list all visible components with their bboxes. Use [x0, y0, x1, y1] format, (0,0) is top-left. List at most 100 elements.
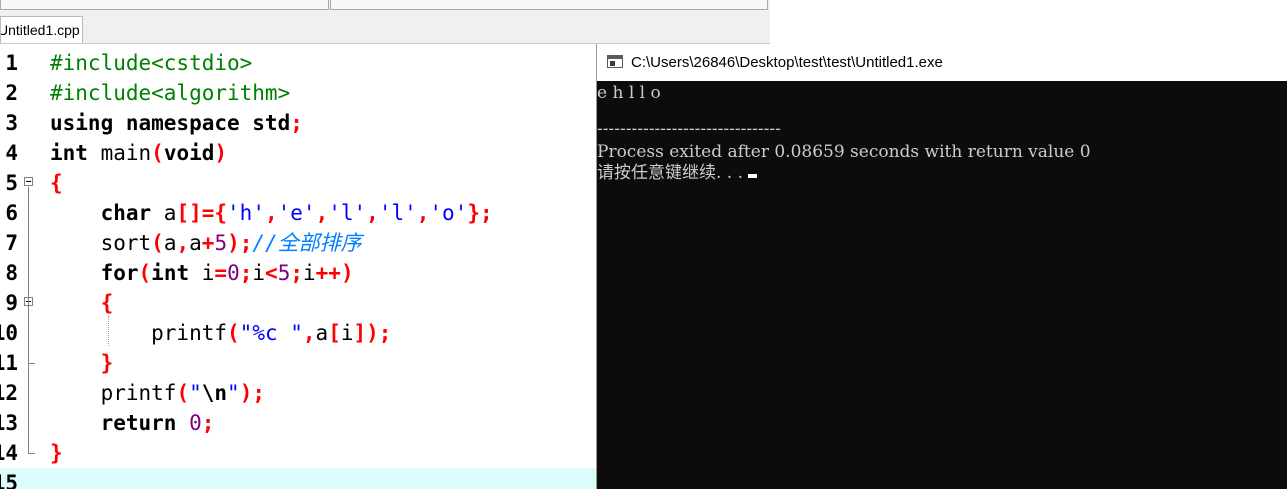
code-token: " [227, 381, 240, 405]
code-text: return 0; [50, 408, 215, 438]
code-token: [ [328, 321, 341, 345]
code-line[interactable]: 10 printf("%c ",a[i]); [0, 318, 596, 348]
toolbar-panel-left [0, 0, 329, 10]
code-token: 5 [277, 261, 291, 285]
code-line[interactable]: 3 using namespace std; [0, 108, 596, 138]
code-text: sort(a,a+5);//全部排序 [50, 228, 362, 258]
code-line[interactable]: 5{ [0, 168, 596, 198]
code-token: ; [290, 111, 303, 135]
code-token: ; [239, 261, 253, 285]
code-line[interactable]: 1 #include<cstdio> [0, 48, 596, 78]
code-token: 'e' [277, 201, 316, 225]
line-number: 5 [5, 171, 18, 195]
code-token: []={ [176, 201, 228, 225]
code-token: #include<cstdio> [50, 51, 253, 75]
code-token: a [163, 231, 177, 255]
code-text: printf("\n"); [50, 378, 265, 408]
code-token: int [151, 261, 202, 285]
line-number: 7 [5, 231, 18, 255]
tab-untitled1-cpp[interactable]: Untitled1.cpp [0, 16, 83, 43]
code-token: int [50, 141, 88, 165]
code-token: { [50, 171, 63, 195]
code-line[interactable]: 11 } [0, 348, 596, 378]
code-token: < [265, 261, 278, 285]
console-window-icon [607, 55, 623, 68]
code-token: ++) [315, 261, 354, 285]
code-token: ( [138, 261, 152, 285]
code-token: i [303, 261, 316, 285]
line-number: 10 [0, 321, 18, 345]
code-token: 5 [214, 231, 228, 255]
code-token: \n [201, 381, 228, 405]
code-token: + [201, 231, 215, 255]
code-line[interactable]: 13 return 0; [0, 408, 596, 438]
code-token: { [50, 291, 114, 315]
code-line[interactable]: 6 char a[]={'h','e','l','l','o'}; [0, 198, 596, 228]
code-line[interactable]: 15 [0, 468, 596, 489]
top-toolbar-strip [0, 0, 770, 16]
code-text: char a[]={'h','e','l','l','o'}; [50, 198, 493, 228]
indent-guide [108, 316, 109, 346]
code-token: ( [151, 231, 164, 255]
code-line[interactable]: 7 sort(a,a+5);//全部排序 [0, 228, 596, 258]
code-line[interactable]: 2 #include<algorithm> [0, 78, 596, 108]
console-title: C:\Users\26846\Desktop\test\test\Untitle… [631, 54, 943, 71]
editor-tab-bar: Untitled1.cpp [0, 15, 770, 44]
console-titlebar[interactable]: C:\Users\26846\Desktop\test\test\Untitle… [597, 44, 1287, 81]
code-text: for(int i=0;i<5;i++) [50, 258, 354, 288]
line-number: 8 [5, 261, 18, 285]
console-separator: -------------------------------- [597, 119, 781, 139]
code-text: } [50, 348, 114, 378]
line-number: 13 [0, 411, 18, 435]
code-token: 'o' [429, 201, 468, 225]
code-token: printf [50, 321, 228, 345]
code-line[interactable]: 9 { [0, 288, 596, 318]
code-token: 0 [189, 411, 202, 435]
code-text: using namespace std; [50, 108, 303, 138]
code-line[interactable]: 14} [0, 438, 596, 468]
fold-guide-end [28, 453, 35, 454]
code-token: void [163, 141, 215, 165]
code-token: 0 [227, 261, 240, 285]
code-token: printf [50, 381, 177, 405]
line-number: 12 [0, 381, 18, 405]
line-number: 3 [5, 111, 18, 135]
line-number: 15 [0, 471, 18, 489]
line-number: 1 [5, 51, 18, 75]
code-token: , [315, 201, 329, 225]
code-token: , [416, 201, 430, 225]
code-token: using namespace std [50, 111, 291, 135]
code-text: { [50, 168, 63, 198]
code-token: ; [201, 411, 215, 435]
code-line[interactable]: 8 for(int i=0;i<5;i++) [0, 258, 596, 288]
code-token: ) [214, 141, 228, 165]
code-text: #include<algorithm> [50, 78, 290, 108]
code-token: ; [290, 261, 303, 285]
code-token: }; [467, 201, 493, 225]
code-token: " [189, 381, 202, 405]
code-token: i [201, 261, 215, 285]
code-token: 'l' [378, 201, 417, 225]
code-token: ]); [353, 321, 392, 345]
code-token: ( [151, 141, 164, 165]
code-token: , [366, 201, 379, 225]
toolbar-panel-right [330, 0, 768, 10]
console-window[interactable]: C:\Users\26846\Desktop\test\test\Untitle… [596, 44, 1287, 489]
code-token: = [214, 261, 228, 285]
code-line[interactable]: 4 int main(void) [0, 138, 596, 168]
code-text: } [50, 438, 63, 468]
code-line[interactable]: 12 printf("\n"); [0, 378, 596, 408]
code-token: //全部排序 [252, 231, 362, 255]
code-token: return [50, 411, 190, 435]
code-token: sort [50, 231, 152, 255]
console-body[interactable]: e h l l o ------------------------------… [597, 81, 1287, 489]
code-editor[interactable]: 1 #include<cstdio> 2 #include<algorithm> 3 us… [0, 44, 596, 489]
code-token: , [264, 201, 278, 225]
fold-toggle-icon[interactable] [24, 177, 33, 186]
code-token: ); [227, 231, 253, 255]
console-output-line: e h l l o [597, 83, 661, 103]
code-token: main [87, 141, 152, 165]
line-number: 14 [0, 441, 18, 465]
line-number: 9 [5, 291, 18, 315]
code-token: 'h' [227, 201, 265, 225]
